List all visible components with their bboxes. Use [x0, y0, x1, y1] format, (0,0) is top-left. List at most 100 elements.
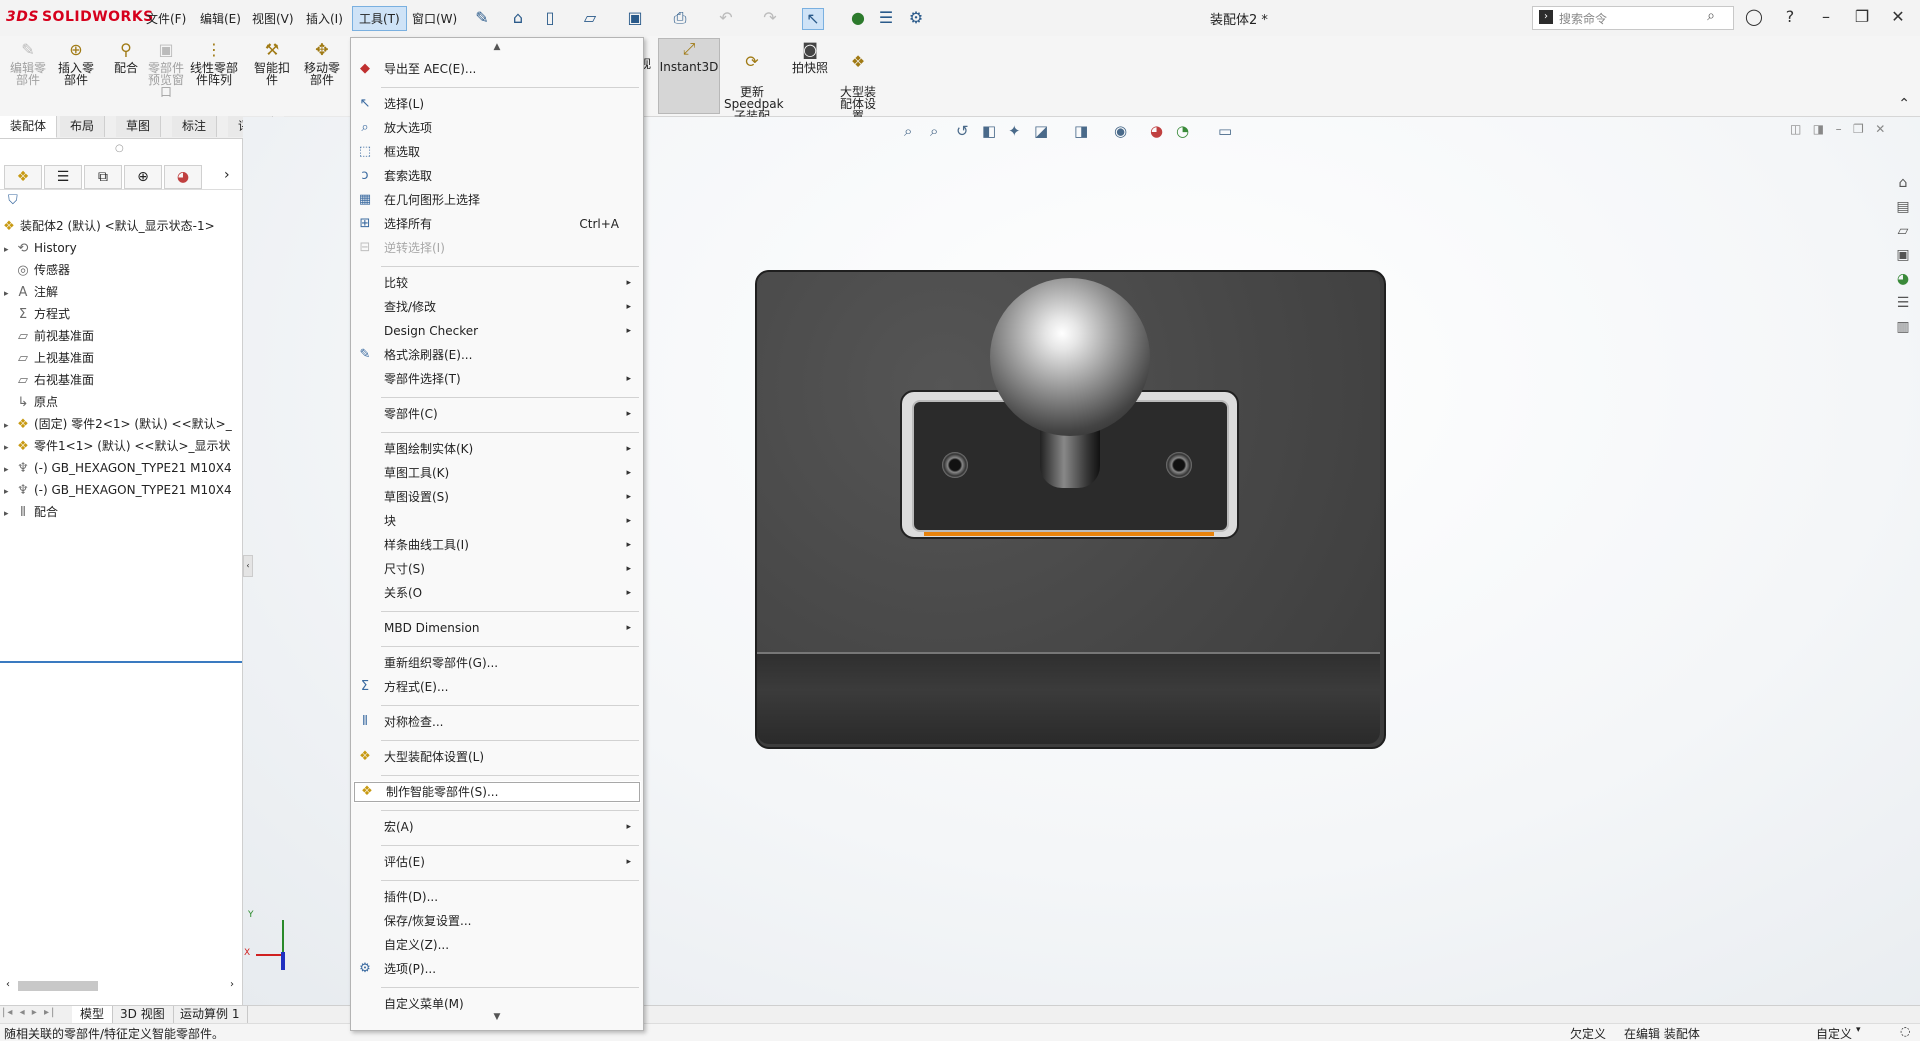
menu-item[interactable]: 草图绘制实体(K) ▸: [351, 438, 643, 460]
display-style-icon[interactable]: ◨: [1074, 122, 1088, 140]
status-help-icon[interactable]: ◌: [1900, 1024, 1910, 1038]
tree-expand-icon[interactable]: ▸: [4, 459, 14, 479]
model-screw-left[interactable]: [942, 452, 968, 478]
menu-item[interactable]: 零部件选择(T) ▸: [351, 368, 643, 390]
collapse-ribbon-icon[interactable]: ⌃: [1898, 96, 1910, 112]
cmd-button-1[interactable]: ⊕ 插入零 部件: [50, 40, 102, 86]
tree-expand-icon[interactable]: ▸: [4, 437, 14, 457]
task-pane-design-library-icon[interactable]: ▱: [1892, 220, 1914, 242]
configuration-manager-tab-icon[interactable]: ⧉: [84, 165, 122, 189]
tree-expand-icon[interactable]: ▸: [4, 415, 14, 435]
menu-item[interactable]: 保存/恢复设置...: [351, 910, 643, 932]
dynamic-annotation-icon[interactable]: ✦: [1008, 122, 1021, 140]
tab-2[interactable]: 草图: [116, 116, 162, 137]
menu-5[interactable]: 窗口(W): [406, 8, 463, 29]
menu-item[interactable]: 尺寸(S) ▸: [351, 558, 643, 580]
solidworks-logo[interactable]: 3DS SOLIDWORKS: [6, 9, 154, 25]
menu-item[interactable]: ⚙ 选项(P)...: [351, 958, 643, 980]
help-icon[interactable]: ?: [1776, 6, 1804, 28]
search-commands[interactable]: › 搜索命令 ⌕: [1532, 6, 1734, 30]
bottom-tab-0[interactable]: 模型: [72, 1006, 114, 1023]
tree-item[interactable]: ▸ ⟲ History: [0, 237, 242, 259]
task-pane-appearances-icon[interactable]: ◕: [1892, 268, 1914, 290]
tree-expand-icon[interactable]: ▸: [4, 481, 14, 501]
menu-item[interactable]: ⊞ 选择所有 Ctrl+A: [351, 213, 643, 235]
task-pane-home-icon[interactable]: ⌂: [1892, 172, 1914, 194]
tree-item[interactable]: ▱ 前视基准面: [0, 325, 242, 347]
menu-item[interactable]: ▦ 在几何图形上选择: [351, 189, 643, 211]
zoom-area-icon[interactable]: ⌕: [930, 122, 938, 140]
snapshot-button[interactable]: ◙ 拍快照: [784, 40, 836, 74]
status-custom-dropdown-icon[interactable]: ▾: [1856, 1025, 1861, 1035]
menu-item[interactable]: Design Checker ▸: [351, 320, 643, 342]
view-orientation-icon[interactable]: ◪: [1034, 122, 1048, 140]
property-manager-tab-icon[interactable]: ☰: [44, 165, 82, 189]
cmd-button-0[interactable]: ✎ 编辑零 部件: [2, 40, 54, 86]
hide-show-icon[interactable]: ◉: [1114, 122, 1127, 140]
menu-item[interactable]: 零部件(C) ▸: [351, 403, 643, 425]
menu-item[interactable]: ✎ 格式涂刷器(E)...: [351, 344, 643, 366]
scroll-right-icon[interactable]: ›: [230, 979, 234, 990]
feature-manager-tab-icon[interactable]: ❖: [4, 165, 42, 189]
tree-expand-icon[interactable]: ▸: [4, 239, 14, 259]
menu-item[interactable]: ❖ 制作智能零部件(S)...: [353, 781, 641, 803]
tree-expand-icon[interactable]: ▸: [4, 503, 14, 523]
tree-item[interactable]: ▱ 上视基准面: [0, 347, 242, 369]
user-account-icon[interactable]: ◯: [1740, 6, 1768, 28]
tree-horizontal-scrollbar[interactable]: ‹ ›: [6, 979, 234, 993]
panel-grip-icon[interactable]: ○: [115, 143, 124, 154]
menu-1[interactable]: 编辑(E): [194, 8, 247, 29]
section-view-icon[interactable]: ◧: [982, 122, 996, 140]
scene-icon[interactable]: ◔: [1176, 122, 1189, 140]
home-icon[interactable]: ⌂: [508, 8, 528, 28]
new-document-icon[interactable]: ▯: [540, 8, 560, 28]
pin-icon[interactable]: ✎: [472, 8, 492, 28]
menu-item[interactable]: 样条曲线工具(I) ▸: [351, 534, 643, 556]
tab-scroll-arrows[interactable]: |◂ ◂ ▸ ▸|: [2, 1007, 56, 1018]
minimize-icon[interactable]: –: [1812, 6, 1840, 28]
undo-icon[interactable]: ↶: [716, 8, 736, 28]
menu-4[interactable]: 工具(T): [352, 6, 407, 31]
menu-item[interactable]: MBD Dimension ▸: [351, 617, 643, 639]
menu-item[interactable]: 草图设置(S) ▸: [351, 486, 643, 508]
tree-item[interactable]: Σ 方程式: [0, 303, 242, 325]
edit-appearance-icon[interactable]: ◕: [1150, 122, 1163, 140]
panel-collapse-handle[interactable]: ‹: [243, 555, 253, 577]
cmd-button-5[interactable]: ⚒ 智能扣 件: [246, 40, 298, 86]
rebuild-icon[interactable]: ●: [848, 8, 868, 28]
task-pane-file-explorer-icon[interactable]: ▣: [1892, 244, 1914, 266]
menu-item[interactable]: Σ 方程式(E)...: [351, 676, 643, 698]
menu-item[interactable]: 宏(A) ▸: [351, 816, 643, 838]
scroll-thumb[interactable]: [18, 981, 98, 991]
cmd-button-3[interactable]: ▣ 零部件 预览窗 口: [140, 40, 192, 98]
cmd-button-6[interactable]: ✥ 移动零 部件: [296, 40, 348, 86]
redo-icon[interactable]: ↷: [760, 8, 780, 28]
close-icon[interactable]: ✕: [1884, 6, 1912, 28]
menu-item[interactable]: 重新组织零部件(G)...: [351, 652, 643, 674]
menu-item[interactable]: ⬚ 框选取: [351, 141, 643, 163]
select-cursor-icon[interactable]: ↖: [802, 8, 824, 30]
menu-item[interactable]: 自定义(Z)...: [351, 934, 643, 956]
large-assembly-settings-button[interactable]: ❖ 大型装 配体设 置: [832, 40, 884, 122]
tree-item[interactable]: ▸ ♆ (-) GB_HEXAGON_TYPE21 M10X4: [0, 479, 242, 501]
task-pane-forum-icon[interactable]: ▥: [1892, 316, 1914, 338]
model-front-face[interactable]: [757, 652, 1380, 744]
zoom-to-fit-icon[interactable]: ⌕: [904, 122, 912, 140]
tree-item[interactable]: ▸ ❖ (固定) 零件2<1> (默认) <<默认>_: [0, 413, 242, 435]
menu-item[interactable]: 查找/修改 ▸: [351, 296, 643, 318]
menu-item[interactable]: 关系(O ▸: [351, 582, 643, 604]
file-properties-icon[interactable]: ☰: [876, 8, 896, 28]
menu-scroll-down-icon[interactable]: ▼: [351, 1012, 643, 1026]
menu-item[interactable]: ↄ 套索选取: [351, 165, 643, 187]
instant3d-button[interactable]: ⤢ Instant3D: [658, 38, 720, 114]
menu-item[interactable]: ◆ 导出至 AEC(E)...: [351, 58, 643, 80]
bottom-tab-2[interactable]: 运动算例 1: [172, 1006, 249, 1023]
menu-3[interactable]: 插入(I): [300, 8, 349, 29]
tree-item[interactable]: ▸ ⫴ 配合: [0, 501, 242, 523]
tree-item[interactable]: ▸ ♆ (-) GB_HEXAGON_TYPE21 M10X4: [0, 457, 242, 479]
tree-item[interactable]: ▱ 右视基准面: [0, 369, 242, 391]
open-icon[interactable]: ▱: [580, 8, 600, 28]
bottom-tab-1[interactable]: 3D 视图: [112, 1006, 174, 1023]
more-tabs-icon[interactable]: ›: [224, 167, 230, 183]
scroll-left-icon[interactable]: ‹: [6, 979, 10, 990]
